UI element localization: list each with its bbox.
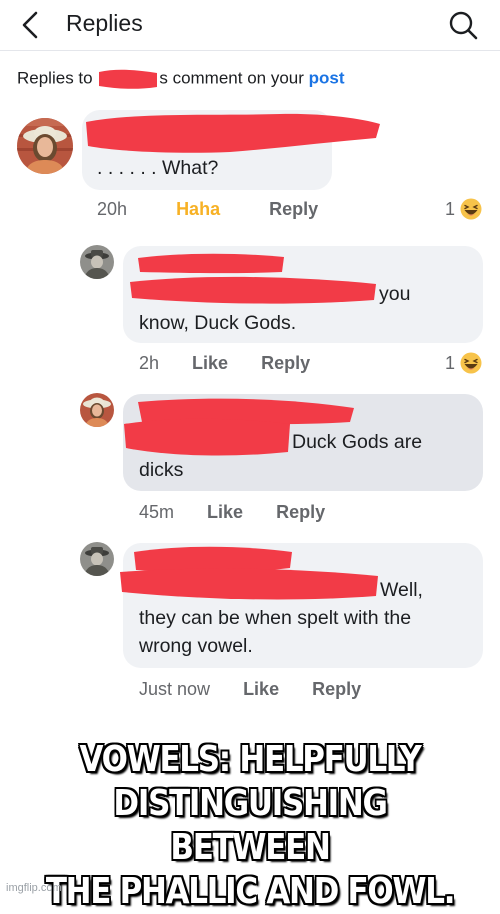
- caption-line: VOWELS: HELPFULLY: [79, 739, 421, 780]
- comment-meta: 20h Haha Reply: [97, 199, 340, 220]
- reply-button[interactable]: Reply: [261, 353, 310, 374]
- chevron-left-icon: [22, 11, 38, 39]
- comment-text: Well,: [380, 579, 423, 601]
- page-title: Replies: [66, 10, 143, 36]
- haha-reaction-button[interactable]: Haha: [176, 199, 220, 220]
- avatar[interactable]: [17, 118, 73, 174]
- comment-text: wrong vowel.: [139, 635, 253, 657]
- comment-meta: 45m Like Reply: [139, 502, 347, 523]
- caption-line: THE PHALLIC AND FOWL.: [45, 871, 456, 912]
- redacted-commenter-name: [130, 253, 376, 304]
- comment-text: you: [379, 283, 411, 305]
- comment-meta: Just now Like Reply: [139, 679, 383, 700]
- reaction-count: 1: [445, 199, 456, 219]
- redacted-name: [97, 68, 159, 90]
- timestamp: 45m: [139, 502, 175, 522]
- avatar[interactable]: [80, 245, 114, 279]
- timestamp: Just now: [139, 679, 211, 699]
- context-suffix: s comment on your: [159, 68, 304, 88]
- comment-text: dicks: [139, 459, 184, 481]
- like-button[interactable]: Like: [243, 679, 279, 700]
- search-icon: [449, 11, 478, 40]
- haha-emoji-icon: [460, 352, 482, 374]
- top-bar: Replies: [0, 0, 500, 51]
- reply-button[interactable]: Reply: [276, 502, 325, 523]
- back-button[interactable]: [14, 9, 48, 41]
- comment-text: know, Duck Gods.: [139, 312, 297, 334]
- search-button[interactable]: [446, 8, 480, 42]
- reply-button[interactable]: Reply: [269, 199, 318, 220]
- like-button[interactable]: Like: [207, 502, 243, 523]
- like-button[interactable]: Like: [192, 353, 228, 374]
- comment-text: . . . . . . What?: [97, 157, 219, 179]
- avatar[interactable]: [80, 393, 114, 427]
- avatar[interactable]: [80, 542, 114, 576]
- comment-meta: 2h Like Reply: [139, 353, 332, 374]
- reaction-count: 1: [445, 353, 456, 373]
- timestamp: 2h: [139, 353, 160, 373]
- redacted-commenter-name: [86, 113, 380, 153]
- post-link[interactable]: post: [309, 68, 345, 87]
- reply-button[interactable]: Reply: [312, 679, 361, 700]
- replies-context: Replies to s comment on your post: [17, 68, 345, 90]
- redacted-commenter-name: [120, 546, 378, 600]
- meme-caption: VOWELS: HELPFULLY DISTINGUISHING BETWEEN…: [35, 738, 465, 914]
- comment-text: Duck Gods are: [292, 431, 423, 453]
- context-prefix: Replies to: [17, 68, 93, 88]
- watermark: imgflip.com: [6, 882, 62, 894]
- caption-line: DISTINGUISHING BETWEEN: [113, 783, 387, 868]
- haha-emoji-icon: [460, 198, 482, 220]
- timestamp: 20h: [97, 199, 128, 219]
- comment-text: they can be when spelt with the: [139, 607, 412, 629]
